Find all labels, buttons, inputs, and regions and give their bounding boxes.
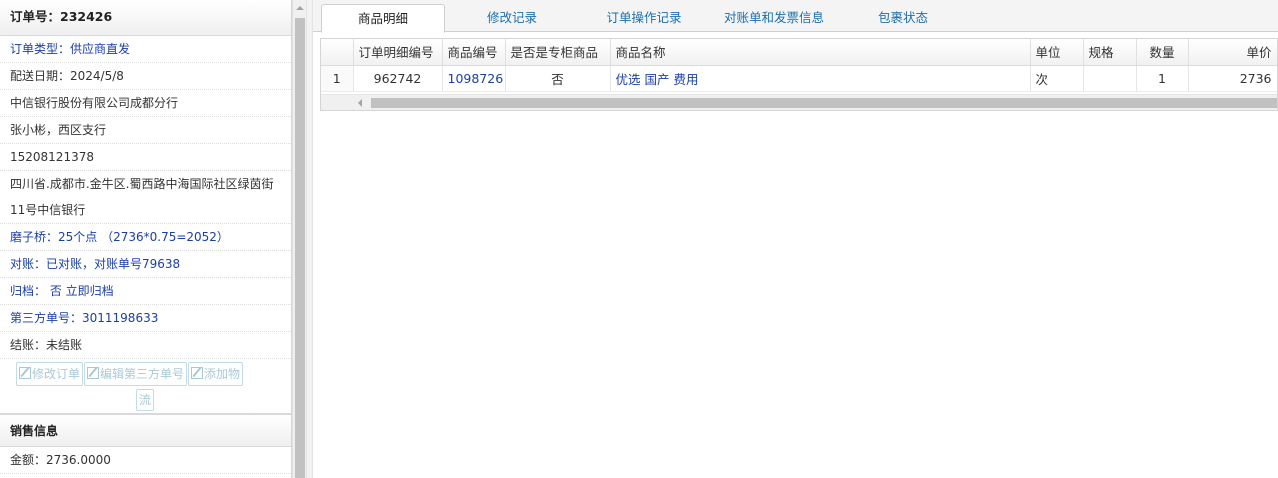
table-header-row: 订单明细编号 商品编号 是否是专柜商品 商品名称 单位 规格 数量 单价 [321,39,1277,66]
cell-spec [1083,65,1137,92]
contact-person: 张小彬，西区支行 [0,117,291,144]
cell-product-id[interactable]: 1098726 [442,65,506,92]
order-number-header: 订单号：232426 [0,0,291,36]
sales-amount: 金额：2736.0000 [0,447,291,474]
archive-status[interactable]: 归档： 否 立即归档 [0,278,291,305]
cell-is-counter: 否 [505,65,611,92]
column-header-product-name[interactable]: 商品名称 [610,39,1031,66]
third-party-number[interactable]: 第三方单号：3011198633 [0,305,291,332]
panel-splitter[interactable] [306,0,313,478]
grid-horizontal-scrollbar[interactable] [321,94,1277,110]
table-row[interactable]: 1 962742 1098726 否 优选 国产 费用 次 1 2736 [321,65,1277,92]
product-table: 订单明细编号 商品编号 是否是专柜商品 商品名称 单位 规格 数量 单价 1 9… [321,39,1277,92]
tab-statement-invoice[interactable]: 对账单和发票信息 [709,4,839,32]
order-type[interactable]: 订单类型：供应商直发 [0,36,291,63]
edit-icon [19,367,31,379]
product-details-grid: 订单明细编号 商品编号 是否是专柜商品 商品名称 单位 规格 数量 单价 1 9… [320,38,1278,111]
scroll-left-arrow-icon[interactable] [358,99,362,107]
column-header-is-counter[interactable]: 是否是专柜商品 [505,39,611,66]
delivery-address: 四川省.成都市.金牛区.蜀西路中海国际社区绿茵街11号中信银行 [0,171,291,224]
column-header-unit[interactable]: 单位 [1030,39,1084,66]
customer-company: 中信银行股份有限公司成都分行 [0,90,291,117]
row-number: 1 [321,65,354,92]
contact-phone: 15208121378 [0,144,291,171]
order-info-panel: 订单号：232426 订单类型：供应商直发 配送日期：2024/5/8 中信银行股份… [0,0,292,478]
add-logistics-button[interactable]: 添加物 [188,362,244,386]
left-panel-scrollbar[interactable] [292,0,306,478]
delivery-date: 配送日期：2024/5/8 [0,63,291,90]
column-header-unit-price[interactable]: 单价 [1188,39,1277,66]
cell-unit: 次 [1030,65,1084,92]
edit-third-party-number-button[interactable]: 编辑第三方单号 [84,362,188,386]
tab-package-status[interactable]: 包裹状态 [843,4,963,32]
cell-product-name[interactable]: 优选 国产 费用 [610,65,1031,92]
tab-order-operation-log[interactable]: 订单操作记录 [581,4,707,32]
edit-icon [87,367,100,379]
sales-info-header: 销售信息 [0,414,291,447]
tab-modification-log[interactable]: 修改记录 [449,4,575,32]
tab-bar: 商品明细 修改记录 订单操作记录 对账单和发票信息 包裹状态 [313,0,1278,33]
add-logistics-button-wrap[interactable]: 流 [136,389,154,411]
cell-quantity: 1 [1136,65,1189,92]
cell-detail-id: 962742 [353,65,443,92]
branch-points[interactable]: 磨子桥：25个点 （2736*0.75=2052） [0,224,291,251]
edit-order-button[interactable]: 修改订单 [16,362,84,386]
cell-unit-price: 2736 [1188,65,1277,92]
tab-product-details[interactable]: 商品明细 [321,4,445,33]
detail-panel: 商品明细 修改记录 订单操作记录 对账单和发票信息 包裹状态 订单明细编号 商品… [313,0,1278,478]
column-header-product-id[interactable]: 商品编号 [442,39,506,66]
reconciliation-status[interactable]: 对账：已对账，对账单号79638 [0,251,291,278]
scroll-up-arrow-icon[interactable] [296,6,304,10]
column-header[interactable] [321,39,354,66]
scrollbar-thumb[interactable] [371,98,1277,108]
column-header-spec[interactable]: 规格 [1083,39,1137,66]
edit-icon [191,367,204,379]
column-header-quantity[interactable]: 数量 [1136,39,1189,66]
settlement-status: 结账：未结账 [0,332,291,359]
column-header-detail-id[interactable]: 订单明细编号 [353,39,443,66]
order-actions: 修改订单 编辑第三方单号 添加物 流 [0,359,291,414]
scrollbar-thumb[interactable] [295,18,305,478]
order-info-list: 订单类型：供应商直发 配送日期：2024/5/8 中信银行股份有限公司成都分行 张小彬… [0,36,291,359]
